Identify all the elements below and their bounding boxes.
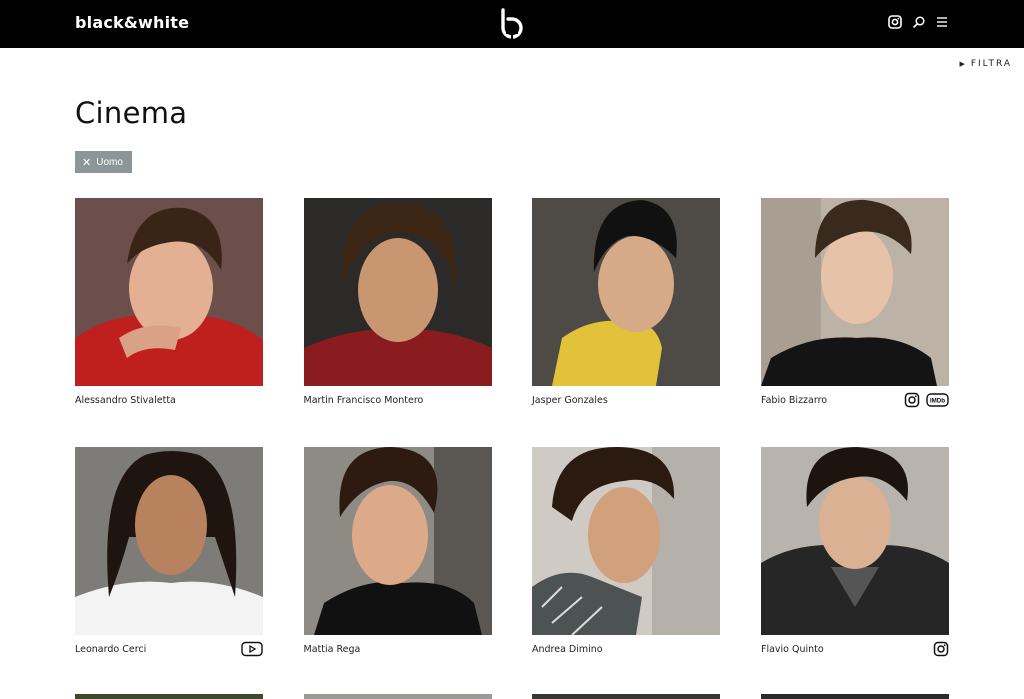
instagram-icon[interactable] [904,392,920,413]
talent-caption: Mattia Rega [304,638,492,662]
talent-photo[interactable] [303,694,492,699]
talent-photo[interactable] [303,198,492,386]
filter-toggle-label: FILTRA [970,59,1012,69]
talent-social-links [933,641,949,662]
talent-photo[interactable] [75,198,263,386]
youtube-icon[interactable] [241,641,263,662]
talent-photo[interactable] [761,694,949,699]
talent-name[interactable]: Jasper Gonzales [532,395,608,406]
talent-card: Fabio Bizzarro IMDb [761,198,949,413]
talent-caption: Flavio Quinto [761,638,949,662]
talent-name[interactable]: Fabio Bizzarro [761,395,827,406]
site-header: black&white [0,0,1024,48]
filter-toggle[interactable]: ▶ FILTRA [959,59,1012,69]
talent-name[interactable]: Martin Francisco Montero [304,395,424,406]
brand-logo-text[interactable]: black&white [75,13,189,32]
talent-caption: Fabio Bizzarro IMDb [761,389,949,413]
talent-photo[interactable] [532,446,720,635]
imdb-icon[interactable]: IMDb [926,392,949,413]
talent-caption: Andrea Dimino [532,638,720,662]
brand-monogram-icon[interactable] [497,8,527,40]
talent-social-links [241,641,263,662]
talent-name[interactable]: Mattia Rega [304,644,361,655]
talent-card: Martin Francisco Montero [303,198,492,413]
talent-card: Flavio Quinto [761,446,949,662]
close-icon[interactable]: ✕ [82,156,91,169]
talent-card: Leonardo Cerci [75,446,263,662]
menu-icon[interactable] [935,15,951,31]
talent-photo[interactable] [75,446,263,635]
active-filter-chip[interactable]: ✕ Uomo [75,151,132,173]
talent-caption: Alessandro Stivaletta [75,389,263,413]
talent-caption: Jasper Gonzales [532,389,720,413]
talent-name[interactable]: Flavio Quinto [761,644,824,655]
talent-social-links: IMDb [904,392,949,413]
talent-card: Mattia Rega [303,446,492,662]
active-filter-label: Uomo [96,156,123,168]
talent-card: Jasper Gonzales [532,198,720,413]
talent-card: Andrea Dimino [532,446,720,662]
talent-caption: Leonardo Cerci [75,638,263,662]
talent-name[interactable]: Alessandro Stivaletta [75,395,176,406]
talent-photo[interactable] [75,694,263,699]
instagram-icon[interactable] [933,641,949,662]
talent-card: Alessandro Stivaletta [75,198,263,413]
search-icon[interactable] [912,15,928,31]
talent-photo[interactable] [303,446,492,635]
instagram-icon[interactable] [888,15,904,31]
talent-photo[interactable] [532,694,720,699]
talent-photo[interactable] [761,446,949,635]
talent-photo[interactable] [532,198,720,386]
page-title: Cinema [75,96,188,130]
talent-caption: Martin Francisco Montero [304,389,492,413]
talent-name[interactable]: Andrea Dimino [532,644,603,655]
talent-photo[interactable] [761,198,949,386]
imdb-label: IMDb [930,398,945,405]
triangle-right-icon: ▶ [959,60,967,68]
talent-name[interactable]: Leonardo Cerci [75,644,146,655]
